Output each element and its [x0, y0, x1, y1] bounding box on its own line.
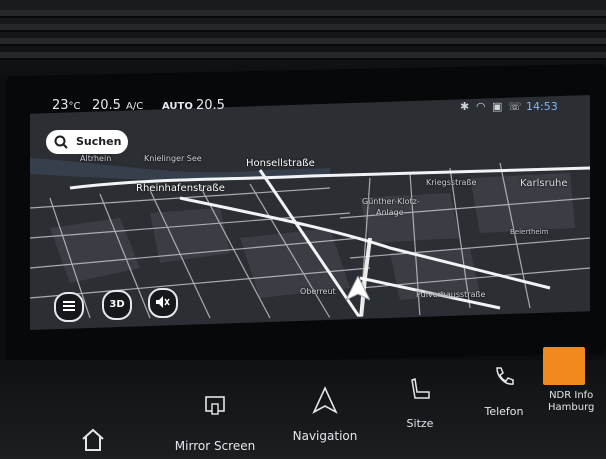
- sitze-label: Sitze: [406, 417, 434, 430]
- map-label-karlsruhe: Karlsruhe: [520, 178, 568, 189]
- map-label-honsellstrasse: Honsellstraße: [246, 158, 315, 169]
- map-label-kriegsstrasse: Kriegsstraße: [426, 178, 477, 187]
- status-bar: 23°C 20.5 A/C AUTO 20.5 ✱ ◠ ▣ ☏ 14:53: [50, 98, 570, 118]
- search-icon: [54, 130, 68, 163]
- wifi-icon: ◠: [476, 100, 486, 113]
- telefon-button[interactable]: Telefon: [476, 364, 532, 418]
- phone-connect-icon: ☏: [508, 100, 522, 113]
- home-icon: [80, 428, 106, 455]
- passenger-temperature[interactable]: 20.5: [196, 98, 225, 113]
- map-label-beiertheim: Beiertheim: [510, 228, 549, 236]
- car-icon: ▣: [492, 100, 503, 113]
- driver-temperature[interactable]: 20.5: [92, 98, 121, 113]
- menu-button[interactable]: [54, 292, 84, 322]
- vent-slat: [0, 52, 606, 60]
- map-label-pulverhausstrasse: Pulverhausstraße: [416, 290, 486, 299]
- mirror-screen-label: Mirror Screen: [174, 439, 256, 453]
- navigation-icon: [312, 386, 338, 417]
- auto-label[interactable]: AUTO: [162, 101, 193, 112]
- mirror-screen-icon: [202, 394, 228, 423]
- mirror-screen-button[interactable]: Mirror Screen: [170, 394, 260, 453]
- telefon-label: Telefon: [484, 405, 524, 418]
- temp-unit: °C: [68, 101, 81, 112]
- sitze-button[interactable]: Sitze: [392, 376, 448, 430]
- radio-station-tile[interactable]: [543, 347, 585, 385]
- seat-icon: [407, 376, 433, 405]
- radio-label-line2: Hamburg: [548, 402, 595, 413]
- map-label-oberreut: Oberreut: [300, 287, 336, 296]
- navigation-label: Navigation: [292, 429, 358, 443]
- map-label-altrhein: Altrhein: [80, 154, 112, 163]
- vent-slat: [0, 38, 606, 46]
- mute-button[interactable]: [148, 288, 178, 318]
- outside-temperature: 23°C: [52, 98, 81, 113]
- radio-label-line1: NDR Info: [549, 390, 594, 401]
- home-button[interactable]: [80, 426, 106, 455]
- map-label-knielinger-see: Knielinger See: [144, 154, 202, 163]
- bluetooth-icon: ✱: [460, 100, 470, 113]
- map-label-rheinhafenstrasse: Rheinhafenstraße: [136, 183, 225, 194]
- navigation-button[interactable]: Navigation: [290, 386, 360, 443]
- speaker-muted-icon: [156, 296, 170, 308]
- outside-temp-value: 23: [52, 98, 69, 113]
- ac-label[interactable]: A/C: [126, 101, 143, 112]
- search-label: Suchen: [76, 135, 122, 148]
- map-label-guenther-klotz: Günther-Klotz-: [362, 197, 420, 206]
- radio-station-label[interactable]: NDR Info Hamburg: [548, 390, 594, 414]
- current-position-arrow: [344, 274, 372, 306]
- clock: 14:53: [526, 100, 558, 113]
- phone-icon: [491, 364, 517, 393]
- view-3d-button[interactable]: 3D: [102, 290, 132, 320]
- vent-slat: [0, 24, 606, 32]
- menu-icon: [63, 301, 75, 312]
- vent-slat: [0, 10, 606, 18]
- map-label-anlage: Anlage: [376, 208, 404, 217]
- search-button[interactable]: Suchen: [46, 130, 128, 154]
